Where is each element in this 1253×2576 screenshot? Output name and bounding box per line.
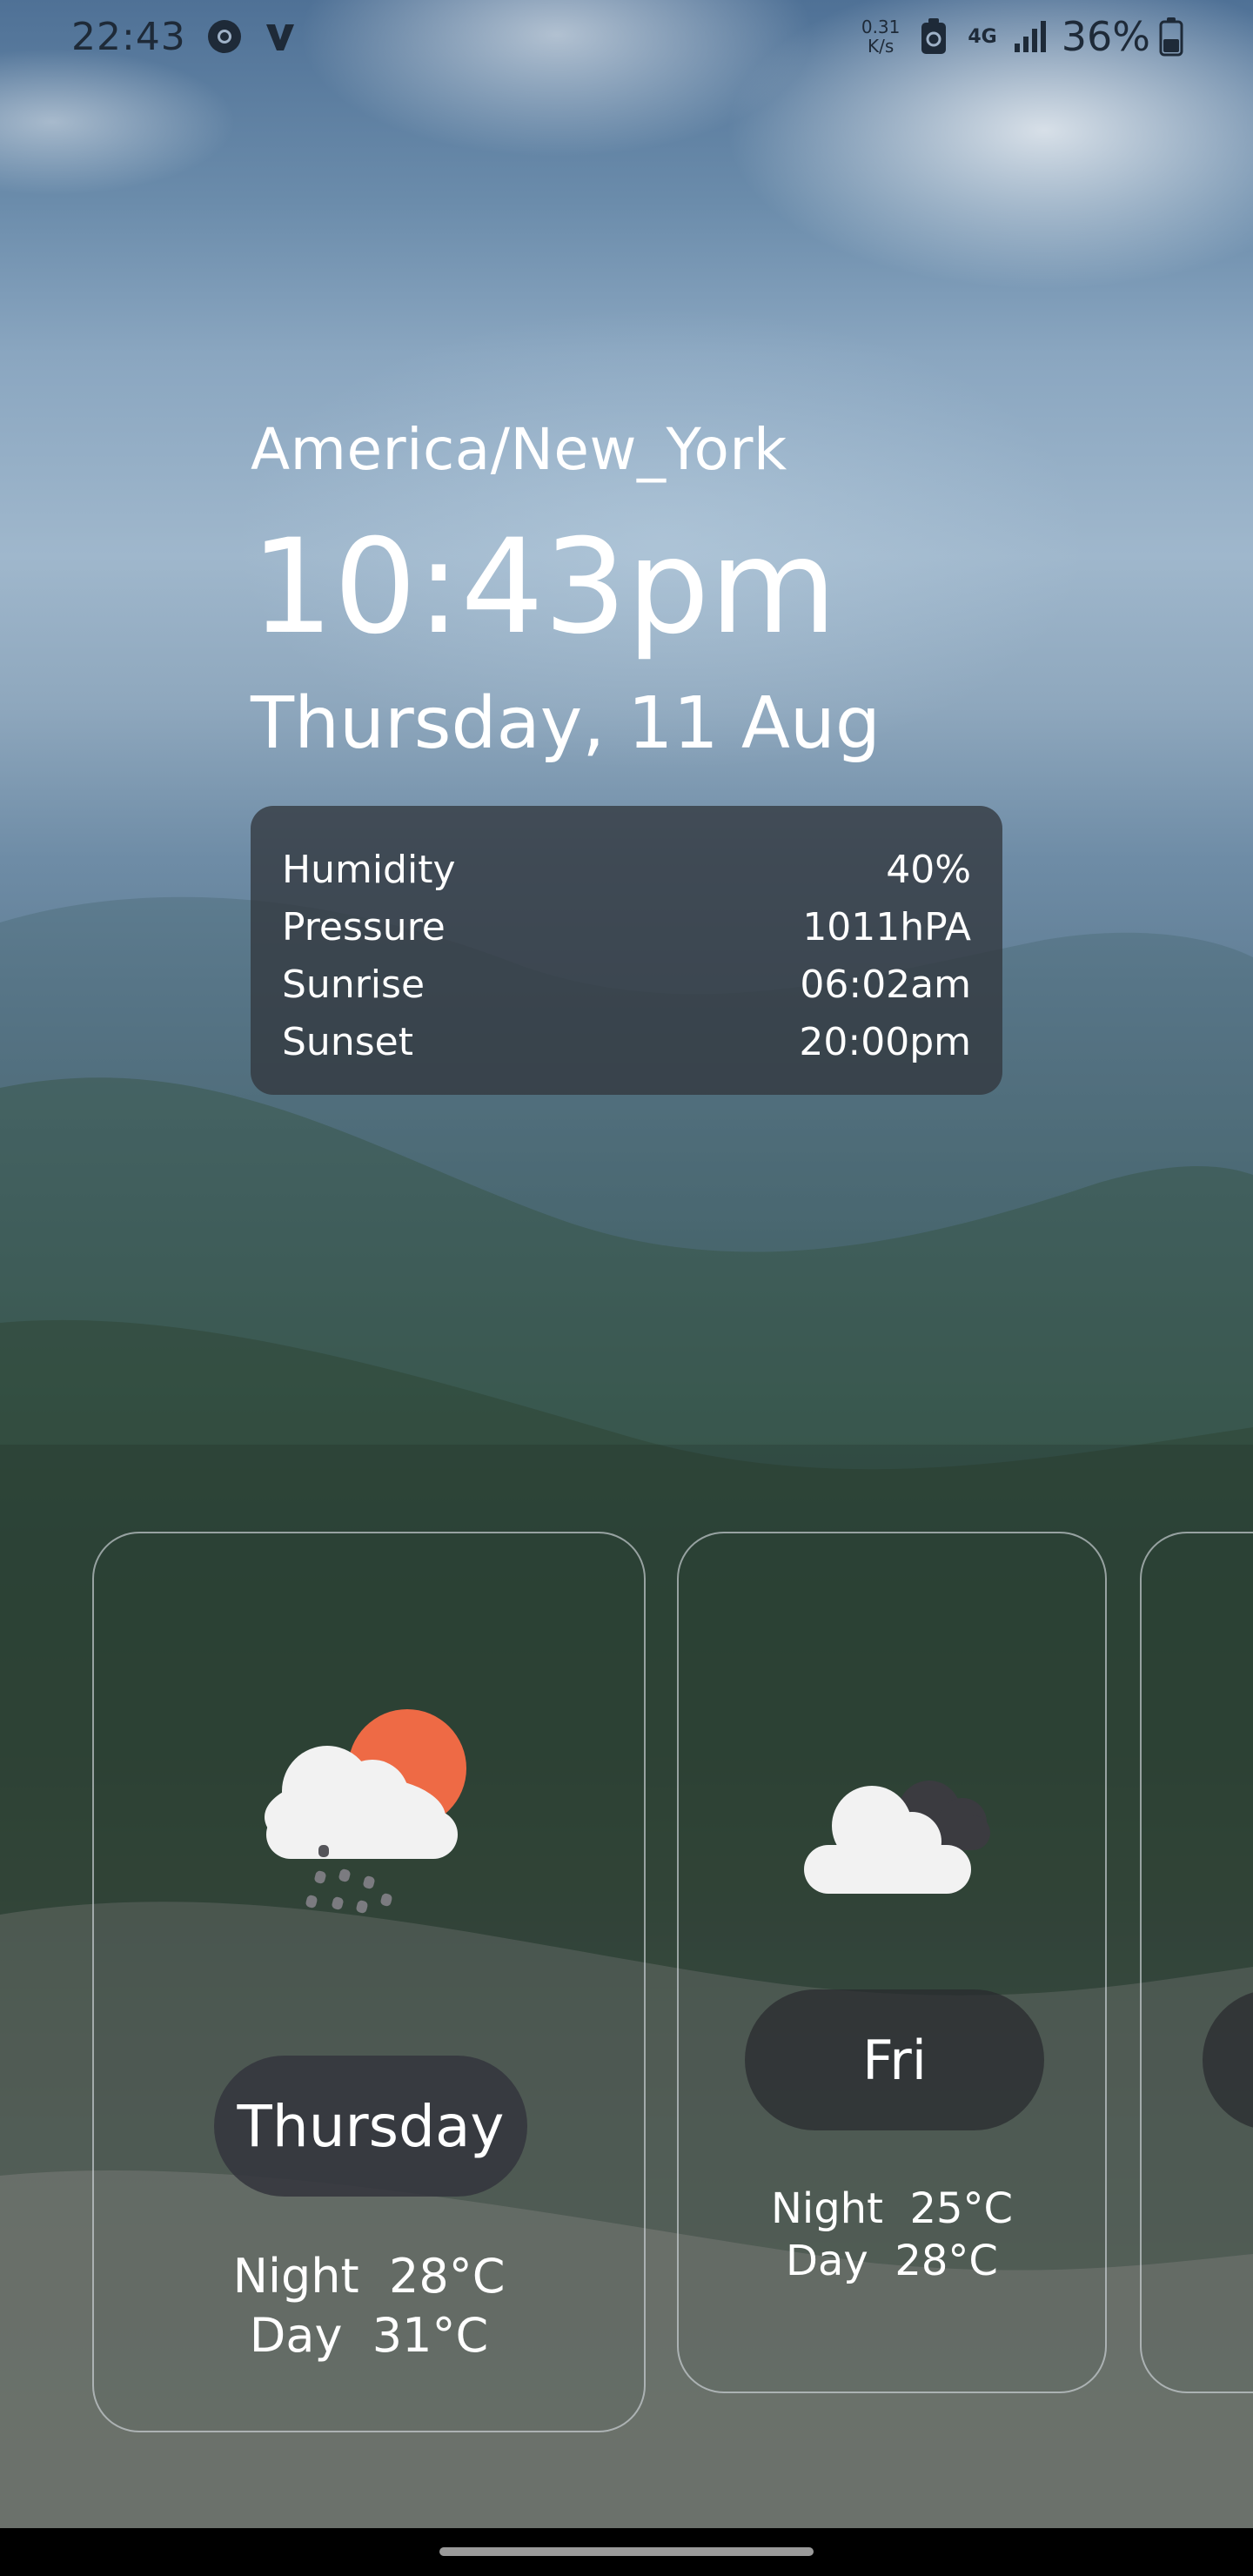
network-speed-value: 0.31 [861, 17, 901, 37]
night-label: Night [770, 2184, 883, 2233]
forecast-card-thursday[interactable]: Thursday Night 28°C Day 31°C [92, 1532, 646, 2432]
network-speed: 0.31 K/s [861, 17, 901, 56]
detail-row-humidity: Humidity 40% [282, 841, 971, 898]
detail-value: 20:00pm [799, 1019, 971, 1064]
detail-value: 1011hPA [802, 904, 971, 949]
location-name: America/New_York [251, 416, 787, 483]
night-temp: 28°C [389, 2249, 506, 2304]
detail-label: Sunrise [282, 962, 425, 1007]
home-indicator[interactable] [439, 2547, 814, 2556]
signal-icon [1013, 19, 1048, 54]
current-date: Thursday, 11 Aug [251, 682, 881, 765]
local-time: 10:43pm [251, 512, 837, 663]
forecast-day-label: Fri [745, 1989, 1044, 2130]
network-speed-unit: K/s [867, 36, 895, 57]
detail-value: 40% [886, 847, 971, 892]
detail-row-pressure: Pressure 1011hPA [282, 898, 971, 956]
sun-cloud-rain-icon [265, 1709, 466, 1914]
night-temp-line: Night 25°C [679, 2183, 1105, 2235]
forecast-card-fri[interactable]: Fri Night 25°C Day 28°C [677, 1532, 1107, 2393]
day-label: Day [786, 2237, 868, 2285]
night-temp: 25°C [909, 2184, 1014, 2233]
day-label: Day [249, 2307, 343, 2363]
day-temp: 31°C [372, 2307, 489, 2363]
status-left: 22:43 [71, 15, 298, 59]
night-temp-line: Night 28°C [94, 2247, 644, 2306]
day-temp-line: Day 28°C [679, 2235, 1105, 2287]
vpn-v-icon [263, 19, 298, 54]
status-right: 0.31 K/s 4G 36% [861, 13, 1183, 60]
forecast-day-pill-partial [1203, 1989, 1253, 2130]
detail-label: Humidity [282, 847, 456, 892]
status-bar: 22:43 0.31 K/s 4G 36% [0, 0, 1253, 73]
forecast-temps: Night 28°C Day 31°C [94, 2247, 644, 2365]
weather-details-card: Humidity 40% Pressure 1011hPA Sunrise 06… [251, 806, 1002, 1095]
battery-icon [1159, 17, 1183, 57]
day-temp-line: Day 31°C [94, 2306, 644, 2365]
detail-label: Pressure [282, 904, 446, 949]
detail-label: Sunset [282, 1019, 413, 1064]
forecast-temps: Night 25°C Day 28°C [679, 2183, 1105, 2287]
detail-value: 06:02am [800, 962, 971, 1007]
cloudy-icon [804, 1781, 990, 1894]
battery-saver-icon [919, 17, 948, 56]
forecast-card-next[interactable] [1140, 1532, 1253, 2393]
forecast-carousel[interactable]: Thursday Night 28°C Day 31°C Fri Night 2… [0, 1532, 1253, 2437]
detail-row-sunset: Sunset 20:00pm [282, 1013, 971, 1070]
night-label: Night [232, 2249, 359, 2304]
battery-percent: 36% [1061, 13, 1150, 60]
status-time: 22:43 [71, 14, 186, 59]
detail-row-sunrise: Sunrise 06:02am [282, 956, 971, 1013]
network-type: 4G [968, 25, 997, 48]
day-temp: 28°C [895, 2237, 998, 2285]
forecast-day-label: Thursday [214, 2056, 527, 2197]
chrome-icon [205, 17, 244, 56]
